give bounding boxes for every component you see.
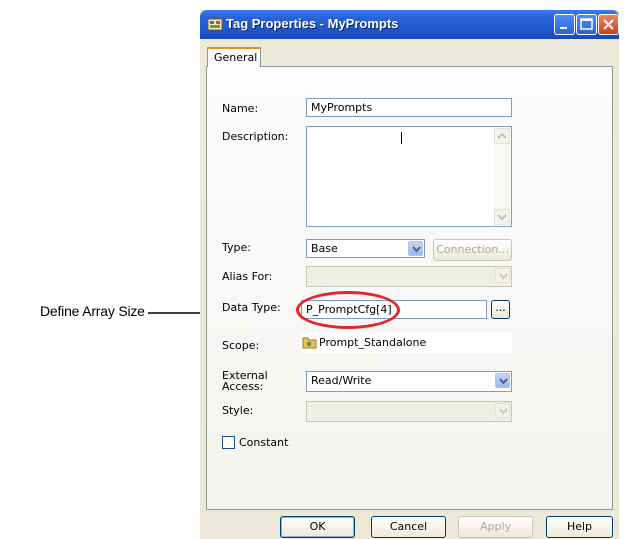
constant-label: Constant [239,436,289,449]
close-icon [603,19,614,30]
alias-for-label: Alias For: [222,270,273,283]
type-value: Base [311,242,338,255]
data-type-label: Data Type: [222,301,281,314]
style-dropdown-button[interactable] [495,403,510,418]
external-access-select[interactable]: Read/Write [306,371,512,392]
alias-for-select[interactable] [306,266,512,287]
chevron-down-icon [499,273,508,280]
external-access-value: Read/Write [311,374,372,387]
description-scrollbar[interactable] [494,128,510,225]
tag-properties-dialog: Tag Properties - MyPrompts General Name:… [200,10,619,539]
maximize-button[interactable] [576,14,597,35]
data-type-highlight [296,291,400,329]
scroll-up-icon [497,132,507,139]
name-label: Name: [222,102,259,115]
scope-label: Scope: [222,339,260,352]
text-cursor [401,132,402,144]
description-textarea[interactable] [306,126,512,227]
chevron-down-icon [499,378,508,385]
type-dropdown-button[interactable] [408,241,423,256]
constant-checkbox[interactable] [222,436,235,449]
maximize-icon [580,18,593,30]
description-label: Description: [222,130,289,143]
name-input[interactable]: MyPrompts [306,98,512,117]
minimize-icon [560,27,567,29]
program-scope-icon [302,337,317,349]
title-bar[interactable]: Tag Properties - MyPrompts [200,10,619,39]
style-label: Style: [222,404,254,417]
scroll-down-icon [497,214,507,221]
cancel-button[interactable]: Cancel [371,516,446,538]
external-access-dropdown-button[interactable] [495,373,510,388]
window-title: Tag Properties - MyPrompts [226,16,399,31]
apply-button[interactable]: Apply [458,516,533,538]
type-label: Type: [222,241,251,254]
chevron-down-icon [412,246,421,253]
connection-button[interactable]: Connection... [433,239,512,261]
help-button[interactable]: Help [546,516,613,538]
ok-button[interactable]: OK [280,516,355,538]
alias-dropdown-button[interactable] [495,268,510,283]
scope-value: Prompt_Standalone [319,336,427,349]
chevron-down-icon [499,408,508,415]
style-select[interactable] [306,401,512,422]
tag-properties-icon [207,18,223,31]
type-select[interactable]: Base [306,239,425,258]
tab-general[interactable]: General [207,47,261,67]
close-button[interactable] [598,14,619,35]
scroll-up-button[interactable] [494,128,510,144]
callout-label: Define Array Size [40,303,145,319]
scroll-down-button[interactable] [494,209,510,225]
scope-select[interactable]: Prompt_Standalone [301,332,512,353]
general-panel: Name: MyPrompts Description: Type: Base … [206,66,613,510]
minimize-button[interactable] [554,14,575,35]
data-type-browse-button[interactable]: ... [491,300,510,319]
external-access-label-2: Access: [222,380,264,393]
